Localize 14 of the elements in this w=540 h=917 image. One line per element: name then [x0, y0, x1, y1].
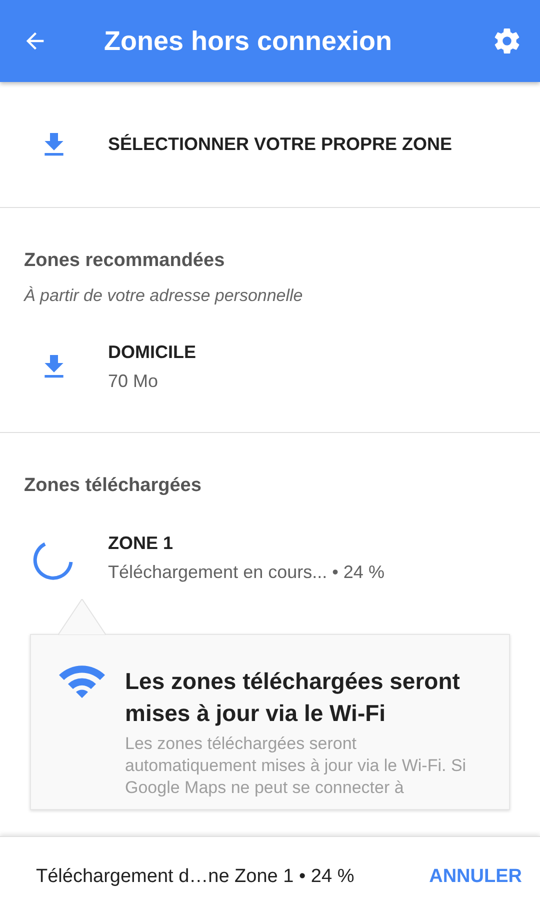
tooltip-title: Les zones téléchargées seront mises à jour via le Wi-Fi: [125, 667, 461, 728]
zone-size: 70 Mo: [108, 371, 160, 392]
section-heading: Zones recommandées: [24, 250, 226, 272]
cancel-button[interactable]: ANNULER: [429, 860, 522, 894]
zone-name[interactable]: DOMICILE: [108, 342, 196, 363]
download-status: Téléchargement en cours... • 24 %: [108, 562, 384, 583]
tooltip-text: Les zones téléchargées seront automatiquement mises à jour via le Wi-Fi. Si Google Maps ne peut se connecter à: [125, 733, 468, 799]
wifi-icon: [57, 663, 107, 699]
zone-name[interactable]: ZONE 1: [108, 533, 384, 554]
section-heading: Zones téléchargées: [24, 475, 202, 497]
download-progress-text: Téléchargement d…ne Zone 1 • 24 %: [36, 866, 354, 888]
section-subtitle: À partir de votre adresse personnelle: [24, 286, 304, 306]
settings-icon: [492, 26, 522, 56]
screen-title: Zones hors connexion: [104, 26, 394, 56]
